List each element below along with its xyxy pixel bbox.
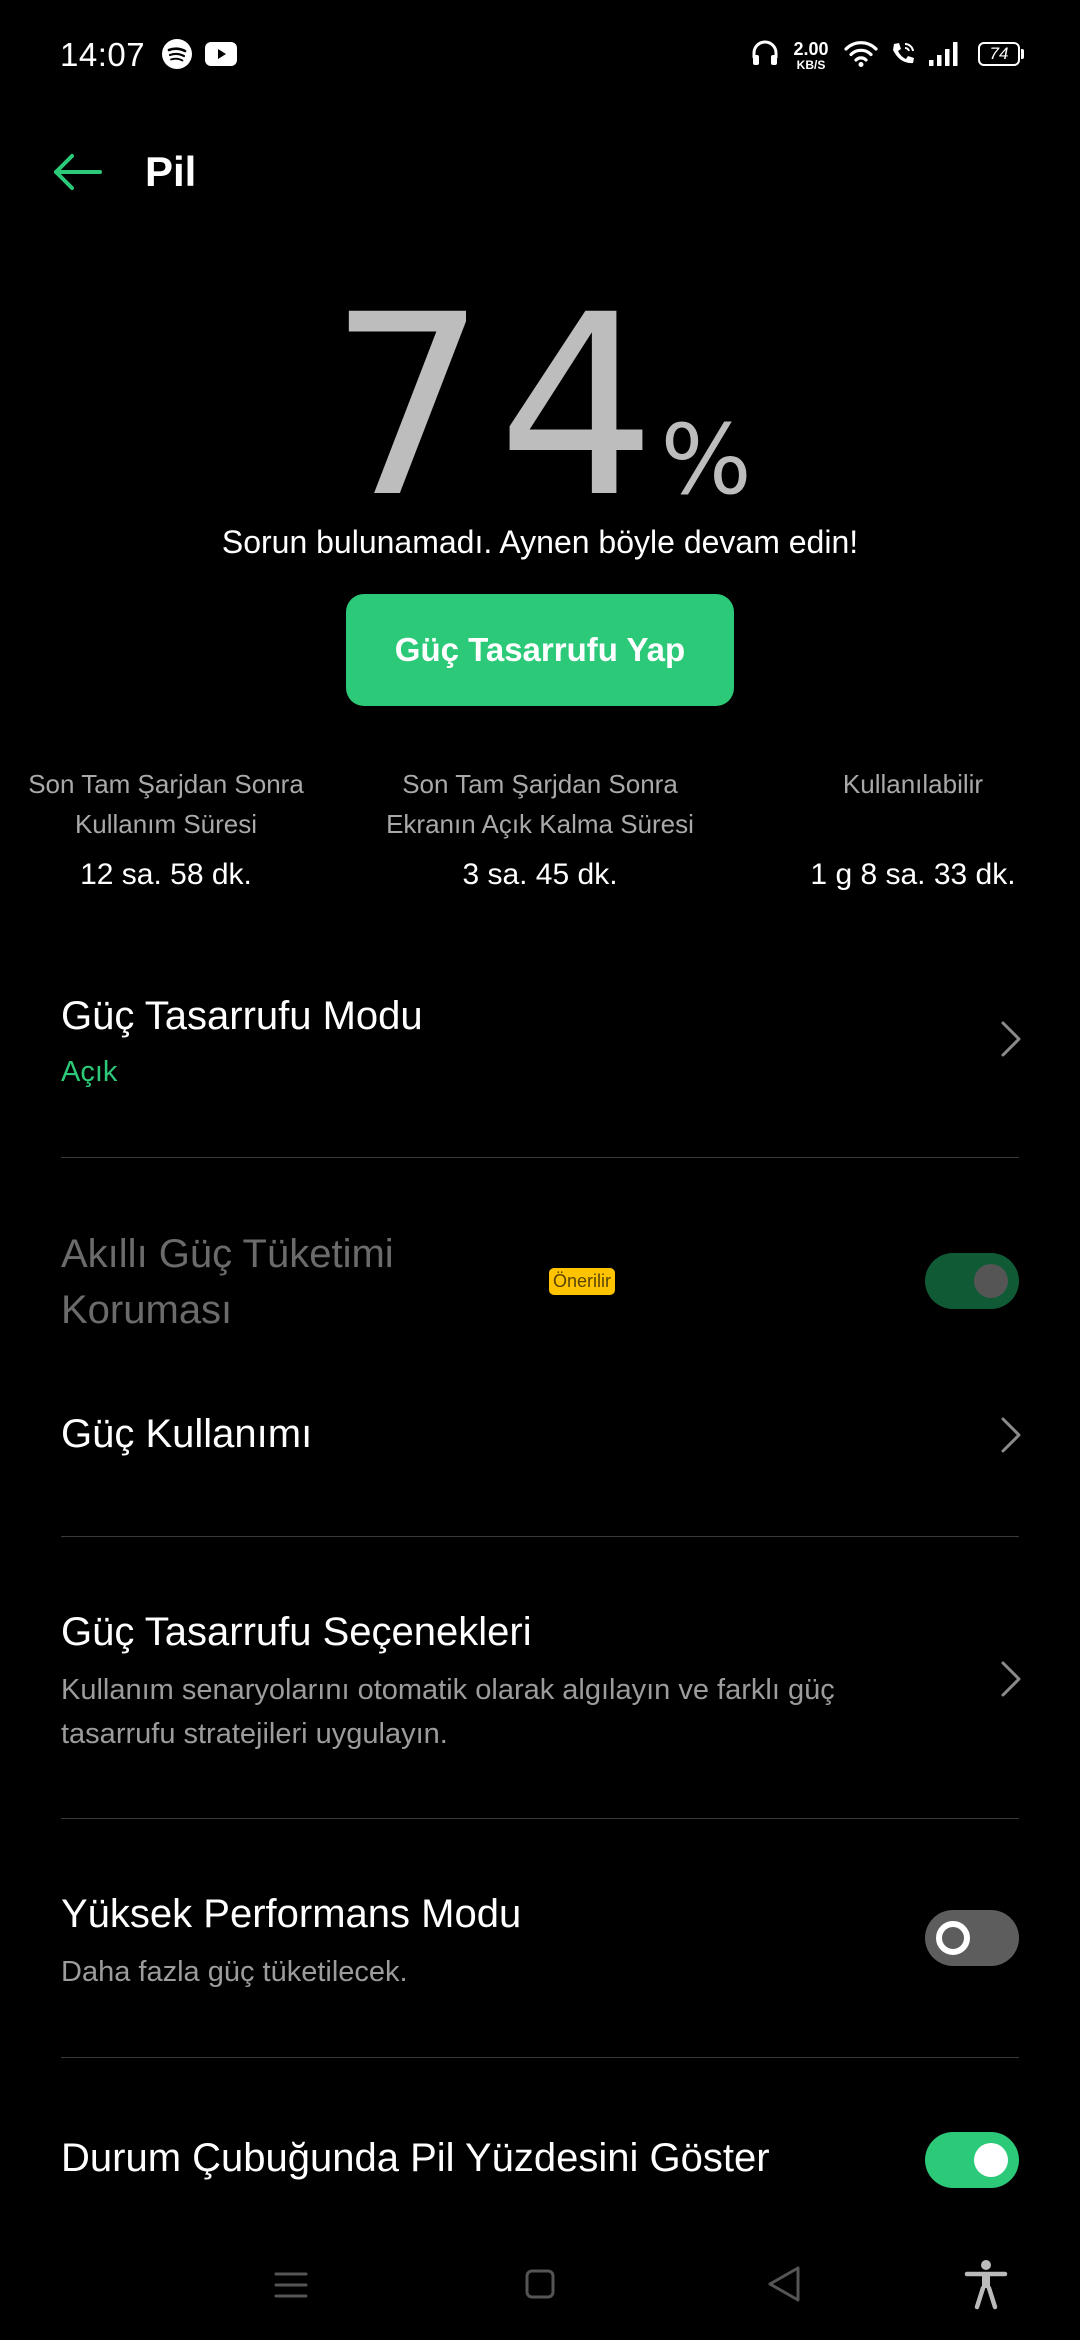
- divider: [61, 2057, 1019, 2058]
- row-subtitle-line: Kullanım senaryolarını otomatik olarak a…: [61, 1674, 835, 1706]
- toggle-knob: [974, 2143, 1008, 2177]
- smart-protection-toggle[interactable]: [925, 1253, 1019, 1309]
- toggle-knob: [974, 1264, 1008, 1298]
- row-title: Durum Çubuğunda Pil Yüzdesini Göster: [61, 2136, 770, 2180]
- battery-percent-sign: %: [660, 404, 752, 516]
- chevron-right-icon: [1001, 1417, 1021, 1453]
- row-status: Açık: [61, 1056, 118, 1088]
- wifi-icon: [844, 41, 878, 67]
- menu-icon[interactable]: [274, 2268, 308, 2302]
- divider: [61, 1818, 1019, 1819]
- power-usage-row[interactable]: Güç Kullanımı: [0, 1386, 1080, 1486]
- row-title: Güç Kullanımı: [61, 1412, 313, 1456]
- row-title: Yüksek Performans Modu: [61, 1892, 522, 1936]
- divider: [61, 1536, 1019, 1537]
- screen: 14:07 2.00 KB/S 74 Pil 74% Sorun bulunam…: [0, 0, 1080, 2340]
- back-arrow-icon[interactable]: [50, 146, 106, 198]
- stat-label: Kullanılabilir: [842, 769, 984, 799]
- spotify-icon: [162, 39, 192, 69]
- status-time: 14:07: [60, 36, 146, 73]
- stat-usage-time: Son Tam Şarjdan Sonra Kullanım Süresi 12…: [20, 764, 312, 892]
- signal-icon: [929, 42, 958, 66]
- stat-available-time: Kullanılabilir 1 g 8 sa. 33 dk.: [780, 764, 1046, 892]
- stat-label: Kullanım Süresi: [74, 809, 258, 839]
- row-title: Güç Tasarrufu Seçenekleri: [61, 1610, 532, 1654]
- row-subtitle: Daha fazla güç tüketilecek.: [61, 1956, 408, 1988]
- network-rate: 2.00: [793, 39, 829, 59]
- show-battery-percent-row: Durum Çubuğunda Pil Yüzdesini Göster: [0, 2130, 1080, 2190]
- row-title-line: Akıllı Güç Tüketimi: [61, 1232, 394, 1276]
- headphone-icon: [752, 40, 778, 65]
- status-bar: 14:07 2.00 KB/S 74: [0, 0, 1080, 112]
- wifi-call-icon: [893, 42, 914, 64]
- page-title: Pil: [145, 148, 197, 195]
- battery-tip: [1021, 49, 1024, 59]
- row-title-line: Koruması: [61, 1288, 233, 1332]
- back-icon[interactable]: [766, 2264, 802, 2304]
- high-performance-row: Yüksek Performans Modu Daha fazla güç tü…: [0, 1882, 1080, 2002]
- row-subtitle-line: tasarrufu stratejileri uygulayın.: [61, 1718, 448, 1750]
- battery-status-message: Sorun bulunamadı. Aynen böyle devam edin…: [221, 524, 859, 560]
- home-icon[interactable]: [524, 2266, 556, 2302]
- show-battery-percent-toggle[interactable]: [925, 2132, 1019, 2188]
- power-saving-options-row[interactable]: Güç Tasarrufu Seçenekleri Kullanım senar…: [0, 1596, 1080, 1766]
- stat-value: 1 g 8 sa. 33 dk.: [810, 858, 1016, 891]
- power-saving-mode-row[interactable]: Güç Tasarrufu Modu Açık: [0, 980, 1080, 1156]
- power-save-button[interactable]: Güç Tasarrufu Yap: [346, 594, 734, 706]
- high-performance-toggle[interactable]: [925, 1910, 1019, 1966]
- accessibility-icon[interactable]: [964, 2258, 1008, 2310]
- recommended-badge: Önerilir: [549, 1268, 616, 1295]
- row-subtitle: Kullanım senaryolarını otomatik olarak a…: [61, 1668, 835, 1756]
- row-title: Akıllı Güç Tüketimi Koruması: [61, 1226, 394, 1338]
- chevron-right-icon: [1001, 1661, 1021, 1697]
- network-unit: KB/S: [796, 58, 826, 72]
- stat-label: Son Tam Şarjdan Sonra: [402, 769, 678, 799]
- stat-label: Ekranın Açık Kalma Süresi: [386, 809, 694, 839]
- stat-screen-on-time: Son Tam Şarjdan Sonra Ekranın Açık Kalma…: [384, 764, 696, 892]
- battery-icon: 74: [978, 42, 1020, 66]
- battery-value: 74: [328, 261, 667, 552]
- toggle-knob: [936, 1921, 970, 1955]
- smart-power-protection-row: Akıllı Güç Tüketimi Koruması: [0, 1226, 1080, 1338]
- chevron-right-icon: [1001, 1021, 1021, 1057]
- battery-percentage-display: 74%: [0, 282, 1080, 532]
- network-speed: 2.00 KB/S: [788, 40, 834, 71]
- stat-value: 12 sa. 58 dk.: [80, 858, 252, 891]
- row-title: Güç Tasarrufu Modu: [61, 994, 423, 1038]
- divider: [61, 1157, 1019, 1158]
- youtube-icon: [205, 42, 237, 66]
- stat-value: 3 sa. 45 dk.: [462, 858, 618, 891]
- stat-label: Son Tam Şarjdan Sonra: [28, 769, 304, 799]
